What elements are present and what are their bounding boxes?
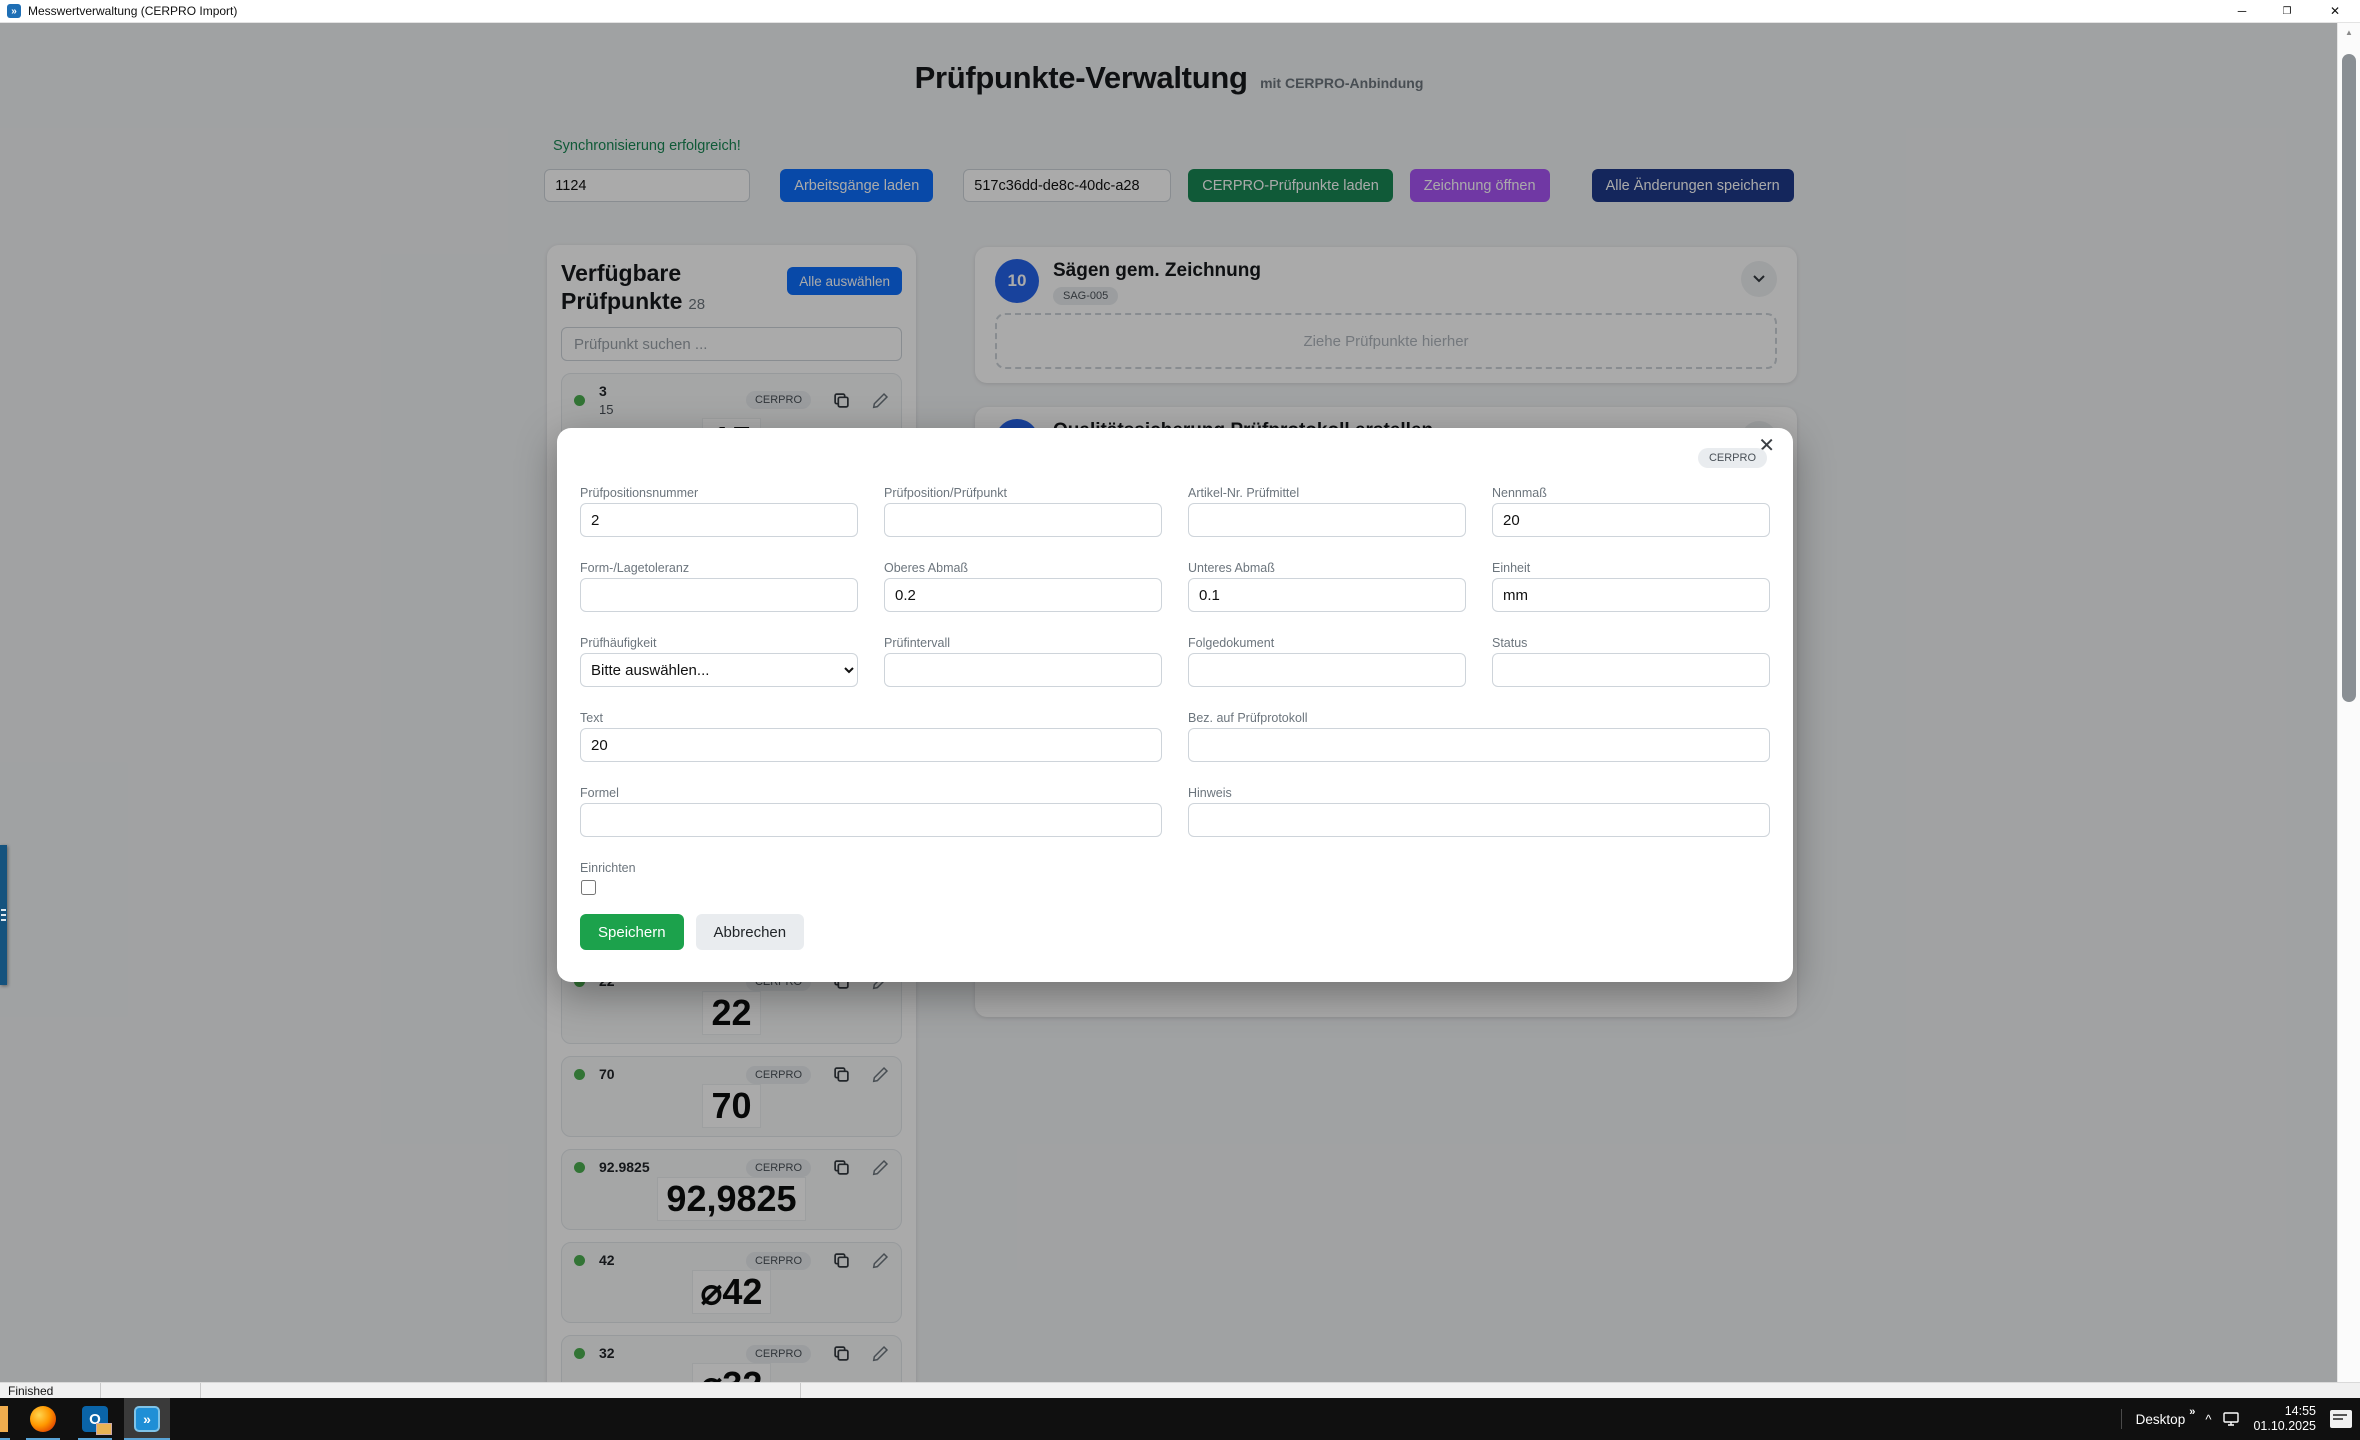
- field-label: Text: [580, 711, 1162, 728]
- field-label: Hinweis: [1188, 786, 1770, 803]
- field-label: Einheit: [1492, 561, 1770, 578]
- pruefintervall-field[interactable]: [884, 653, 1162, 687]
- envelope-icon: [96, 1423, 112, 1435]
- pruefpositionsnummer-field[interactable]: [580, 503, 858, 537]
- taskbar-separator: [2121, 1409, 2122, 1429]
- field-label: Nennmaß: [1492, 486, 1770, 503]
- app-icon: »: [134, 1406, 160, 1432]
- einrichten-checkbox[interactable]: [581, 880, 596, 895]
- field-label: Folgedokument: [1188, 636, 1466, 653]
- field-label: Oberes Abmaß: [884, 561, 1162, 578]
- status-text: Finished: [8, 1384, 53, 1398]
- app-icon: »: [7, 4, 21, 18]
- save-button[interactable]: Speichern: [580, 914, 684, 950]
- cancel-button[interactable]: Abbrechen: [696, 914, 805, 950]
- field-label: Einrichten: [580, 861, 1770, 878]
- taskbar-clock[interactable]: 14:55 01.10.2025: [2253, 1404, 2316, 1434]
- page-scrollbar[interactable]: ▲: [2337, 22, 2360, 1382]
- taskbar-partial-icon[interactable]: [0, 1406, 8, 1432]
- toolbar-overflow-icon[interactable]: »: [2189, 1406, 2195, 1418]
- field-label: Status: [1492, 636, 1770, 653]
- minimize-button[interactable]: ─: [2219, 0, 2265, 22]
- network-icon[interactable]: [2221, 1410, 2241, 1428]
- field-label: Prüfpositionsnummer: [580, 486, 858, 503]
- pruefhaeufigkeit-select[interactable]: Bitte auswählen...: [580, 653, 858, 687]
- time: 14:55: [2285, 1404, 2316, 1418]
- hinweis-field[interactable]: [1188, 803, 1770, 837]
- firefox-icon: [30, 1406, 56, 1432]
- field-label: Prüfhäufigkeit: [580, 636, 858, 653]
- outlook-icon: O: [82, 1406, 108, 1432]
- window-titlebar: » Messwertverwaltung (CERPRO Import) ─ ❐…: [0, 0, 2360, 23]
- pruefposition-field[interactable]: [884, 503, 1162, 537]
- notification-center-icon[interactable]: [2330, 1410, 2352, 1428]
- field-label: Form-/Lagetoleranz: [580, 561, 858, 578]
- show-hidden-icons-button[interactable]: ^: [2205, 1412, 2211, 1427]
- status-strip: Finished: [0, 1382, 2360, 1399]
- taskbar-outlook-button[interactable]: O: [72, 1398, 118, 1440]
- einheit-field[interactable]: [1492, 578, 1770, 612]
- taskbar-firefox-button[interactable]: [20, 1398, 66, 1440]
- folgedokument-field[interactable]: [1188, 653, 1466, 687]
- field-label: Prüfposition/Prüfpunkt: [884, 486, 1162, 503]
- artikel-nr-pruefmittel-field[interactable]: [1188, 503, 1466, 537]
- window-title: Messwertverwaltung (CERPRO Import): [28, 4, 237, 18]
- cerpro-badge: CERPRO: [1698, 448, 1767, 468]
- unteres-abmass-field[interactable]: [1188, 578, 1466, 612]
- field-label: Prüfintervall: [884, 636, 1162, 653]
- oberes-abmass-field[interactable]: [884, 578, 1162, 612]
- field-label: Unteres Abmaß: [1188, 561, 1466, 578]
- desktop-toolbar-label[interactable]: Desktop: [2136, 1412, 2186, 1427]
- edge-flyout-handle[interactable]: [0, 845, 7, 985]
- formel-field[interactable]: [580, 803, 1162, 837]
- close-button[interactable]: ✕: [2312, 0, 2358, 22]
- field-label: Formel: [580, 786, 1162, 803]
- field-label: Bez. auf Prüfprotokoll: [1188, 711, 1770, 728]
- edit-pruefpunkt-modal: ✕ CERPRO Prüfpositionsnummer Prüfpositio…: [557, 428, 1793, 982]
- taskbar: O » Desktop » ^ 14:55 01.10.2025: [0, 1398, 2360, 1440]
- scrollbar-up-arrow[interactable]: ▲: [2338, 28, 2360, 37]
- date: 01.10.2025: [2253, 1419, 2316, 1433]
- field-label: Artikel-Nr. Prüfmittel: [1188, 486, 1466, 503]
- taskbar-app-button[interactable]: »: [124, 1398, 170, 1440]
- restore-button[interactable]: ❐: [2264, 0, 2310, 22]
- status-field[interactable]: [1492, 653, 1770, 687]
- nennmass-field[interactable]: [1492, 503, 1770, 537]
- text-field[interactable]: [580, 728, 1162, 762]
- form-lagetoleranz-field[interactable]: [580, 578, 858, 612]
- scrollbar-thumb[interactable]: [2342, 54, 2356, 702]
- screen: » Messwertverwaltung (CERPRO Import) ─ ❐…: [0, 0, 2360, 1440]
- bez-auf-pruefprotokoll-field[interactable]: [1188, 728, 1770, 762]
